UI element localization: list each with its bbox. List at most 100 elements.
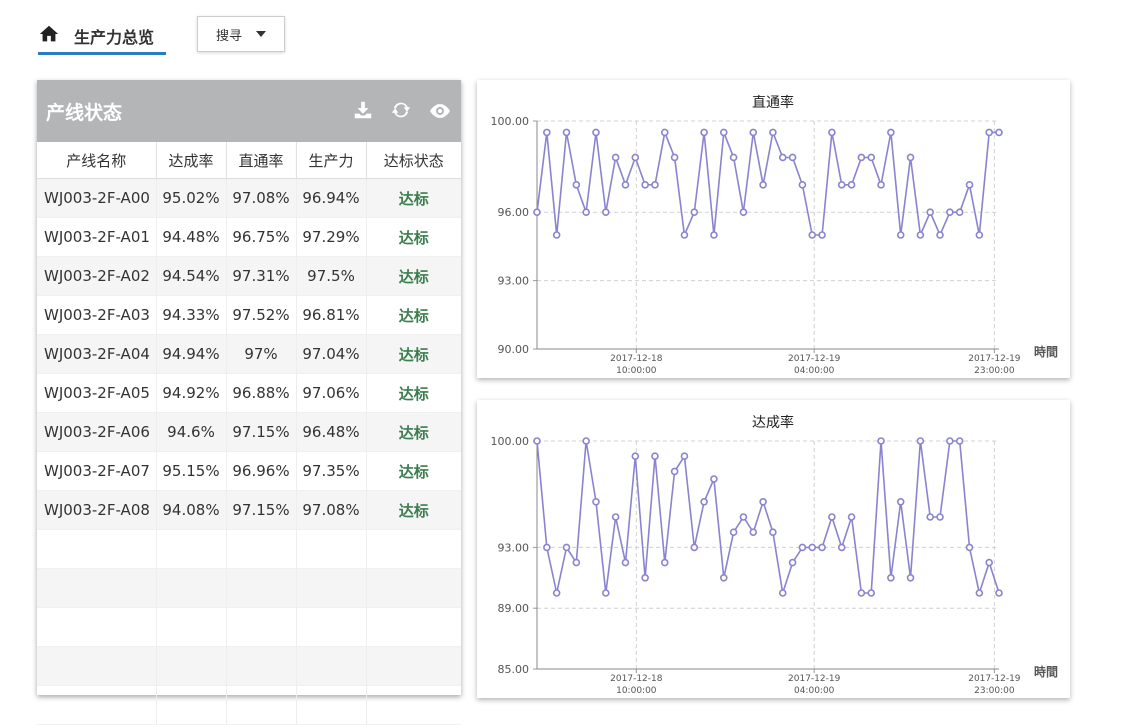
table-row[interactable]: WJ003-2F-A00 95.02% 97.08% 96.94% 达标 [37,178,461,218]
empty-row [37,568,461,608]
col-header[interactable]: 直通率 [226,142,297,179]
data-point [651,452,659,461]
x-tick-date: 2017-12-18 [610,354,663,364]
data-point [641,181,649,189]
empty-cell [226,529,297,569]
productivity-cell: 97.04% [296,334,367,374]
achievement-cell: 94.33% [156,295,227,335]
data-point [985,558,993,567]
data-point [847,513,856,521]
productivity-cell: 97.5% [296,256,367,296]
table-row[interactable]: WJ003-2F-A05 94.92% 96.88% 97.06% 达标 [37,373,461,413]
data-point [592,128,600,137]
data-point [680,452,689,461]
data-point [837,181,846,189]
chart-card-yield: 直通率 90.00 93.00 96.00 100.00 2017-12-18 10:00:… [477,80,1070,378]
status-cell: 达标 [366,256,461,296]
data-point [936,513,944,521]
table-row[interactable]: WJ003-2F-A06 94.6% 97.15% 96.48% 达标 [37,412,461,452]
empty-cell [296,646,367,686]
data-point [739,513,748,521]
data-point [818,543,826,552]
yield-cell: 97% [226,334,297,374]
data-point [700,128,708,137]
data-point [847,181,856,189]
data-point [700,498,708,506]
refresh-icon[interactable] [390,99,414,123]
data-point [621,558,630,567]
data-point [552,589,561,597]
data-point [710,475,718,483]
data-point [749,128,758,137]
yield-cell: 96.75% [226,217,297,257]
data-point [955,437,964,445]
x-tick-time: 04:00:00 [794,686,835,696]
data-point [887,128,895,137]
x-tick-time: 23:00:00 [974,366,1015,376]
data-point [828,128,836,137]
y-tick-label: 89.00 [498,602,530,615]
col-header[interactable]: 达标状态 [366,142,461,179]
col-header[interactable]: 生产力 [296,142,367,179]
x-tick-time: 10:00:00 [616,686,657,696]
table-row[interactable]: WJ003-2F-A08 94.08% 97.15% 97.08% 达标 [37,490,461,530]
empty-cell [156,607,227,647]
empty-cell [156,646,227,686]
data-point [729,528,738,536]
data-point [916,231,925,239]
yield-cell: 97.15% [226,490,297,530]
tab-home[interactable]: 生产力总览 [38,20,166,55]
col-header[interactable]: 达成率 [156,142,227,179]
panel-title: 产线状态 [46,101,123,124]
data-point [896,231,905,239]
data-point [543,543,551,552]
data-point [778,589,787,597]
data-point [788,558,797,567]
data-point [906,153,915,162]
y-tick-label: 100.00 [491,435,530,448]
data-point [759,498,767,506]
productivity-cell: 97.35% [296,451,367,491]
data-point [690,543,699,552]
eye-icon[interactable] [428,99,452,123]
data-point [592,498,600,506]
table-row[interactable]: WJ003-2F-A04 94.94% 97% 97.04% 达标 [37,334,461,374]
table-row[interactable]: WJ003-2F-A01 94.48% 96.75% 97.29% 达标 [37,217,461,257]
data-point [651,181,659,189]
data-point [798,543,807,552]
data-point [828,513,836,521]
status-cell: 达标 [366,451,461,491]
x-tick-date: 2017-12-19 [968,674,1021,684]
table-row[interactable]: WJ003-2F-A03 94.33% 97.52% 96.81% 达标 [37,295,461,335]
status-cell: 达标 [366,295,461,335]
line-name-cell: WJ003-2F-A03 [37,295,157,335]
empty-cell [366,529,461,569]
y-tick-label: 85.00 [498,663,530,676]
col-header[interactable]: 产线名称 [37,142,157,179]
x-axis-label: 時間 [1034,664,1058,679]
search-dropdown[interactable]: 搜寻 [197,16,285,52]
x-tick-time: 10:00:00 [616,366,657,376]
data-point [572,558,581,567]
search-label: 搜寻 [215,28,242,44]
data-point [749,528,758,536]
download-icon[interactable] [352,99,376,123]
empty-cell [226,685,297,725]
data-point [631,452,640,461]
data-point [582,437,590,445]
line-name-cell: WJ003-2F-A00 [37,178,157,218]
chart-card-achievement: 达成率 85.00 89.00 93.00 100.00 2017-12-18 10:00:… [477,400,1070,698]
achievement-cell: 94.92% [156,373,227,413]
productivity-cell: 97.29% [296,217,367,257]
line-chart: 达成率 85.00 89.00 93.00 100.00 2017-12-18 10:00:… [491,414,1059,696]
data-point [995,128,1003,137]
table-row[interactable]: WJ003-2F-A07 95.15% 96.96% 97.35% 达标 [37,451,461,491]
data-point [818,231,826,239]
table-row[interactable]: WJ003-2F-A02 94.54% 97.31% 97.5% 达标 [37,256,461,296]
x-tick-date: 2017-12-19 [968,354,1021,364]
empty-cell [296,568,367,608]
line-name-cell: WJ003-2F-A02 [37,256,157,296]
panel-header: 产线状态 [37,80,461,142]
empty-cell [366,607,461,647]
achievement-cell: 94.94% [156,334,227,374]
